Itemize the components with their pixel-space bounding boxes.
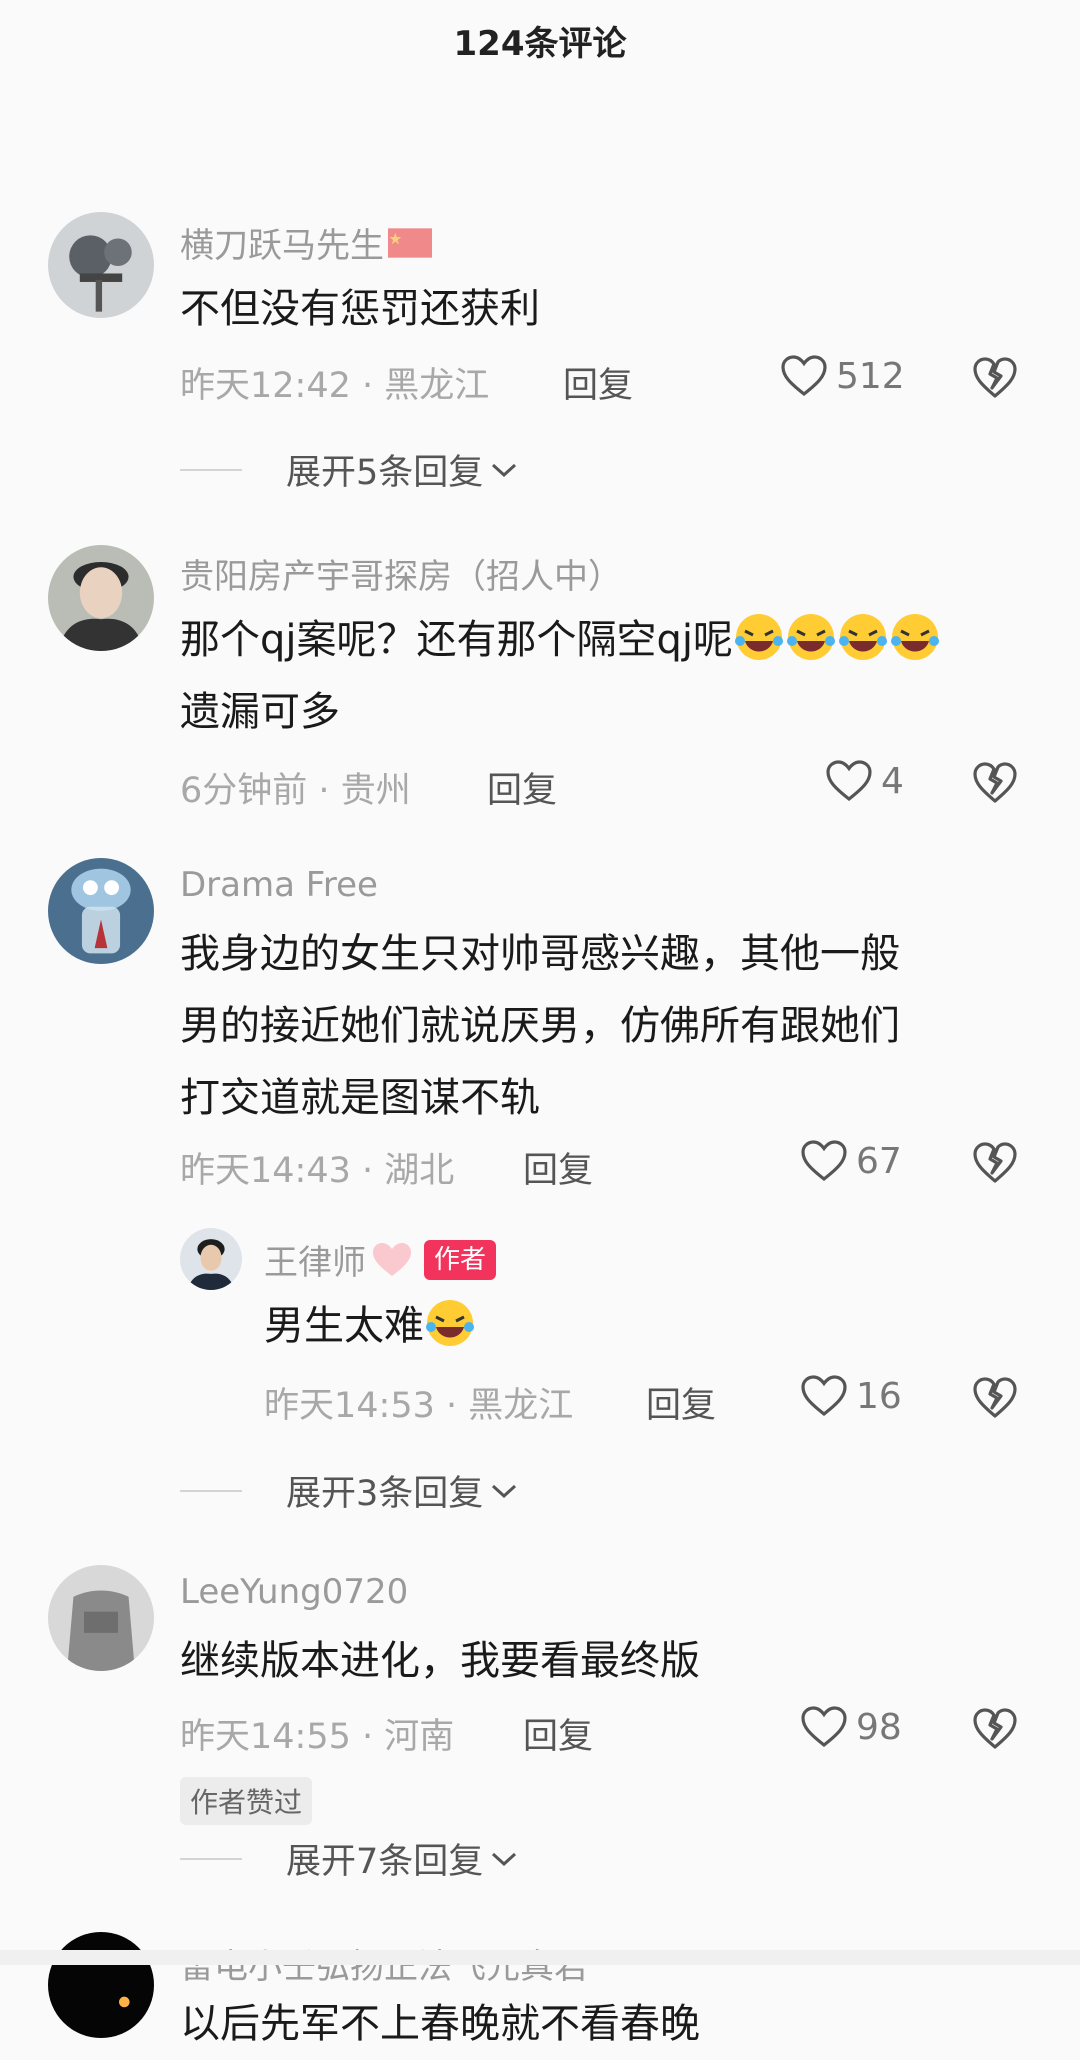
comment-author[interactable]: 贵阳房产宇哥探房（招人中） xyxy=(180,549,622,598)
avatar[interactable] xyxy=(180,1228,242,1290)
laughing-emoji-icon xyxy=(426,1300,474,1346)
heart-outline-icon xyxy=(781,355,827,397)
comment-meta: 6分钟前 · 贵州 xyxy=(180,771,411,811)
pink-heart-icon xyxy=(373,1242,411,1276)
like-count: 67 xyxy=(856,1140,902,1182)
expand-replies-button[interactable]: 展开7条回复 xyxy=(180,1833,519,1884)
like-count: 512 xyxy=(836,355,905,397)
comment-location: 贵州 xyxy=(340,771,411,811)
reply-location: 黑龙江 xyxy=(468,1386,574,1426)
comment-text: 以后先军不上春晚就不看春晚 xyxy=(180,2001,700,2047)
reply-button[interactable]: 回复 xyxy=(523,1708,593,1759)
broken-heart-icon[interactable] xyxy=(972,761,1018,805)
reply-button[interactable]: 回复 xyxy=(563,357,633,408)
reply-meta: 昨天14:53 · 黑龙江 xyxy=(264,1386,574,1426)
bottom-fade xyxy=(0,1950,1080,1965)
comment-author[interactable]: Drama Free xyxy=(180,865,378,905)
comment-location: 河南 xyxy=(384,1717,455,1757)
comment-time: 昨天12:42 xyxy=(180,366,351,406)
comment-text: 我身边的女生只对帅哥感兴趣，其他一般 男的接近她们就说厌男，仿佛所有跟她们 打交… xyxy=(180,931,900,1121)
comment-meta: 昨天12:42 · 黑龙江 xyxy=(180,366,490,406)
comment-meta: 昨天14:43 · 湖北 xyxy=(180,1151,455,1191)
heart-outline-icon xyxy=(801,1140,847,1182)
comment-time: 6分钟前 xyxy=(180,771,308,811)
reply-button[interactable]: 回复 xyxy=(646,1377,716,1428)
reply-button[interactable]: 回复 xyxy=(487,762,557,813)
avatar[interactable] xyxy=(48,1565,154,1671)
chevron-down-icon xyxy=(492,463,517,477)
chevron-down-icon xyxy=(492,1484,517,1498)
laughing-emoji-icon xyxy=(787,614,836,660)
broken-heart-icon[interactable] xyxy=(972,356,1018,400)
avatar[interactable] xyxy=(48,858,154,964)
heart-outline-icon xyxy=(801,1706,847,1748)
like-count: 16 xyxy=(856,1375,902,1417)
chevron-down-icon xyxy=(492,1852,517,1866)
broken-heart-icon[interactable] xyxy=(972,1376,1018,1420)
author-liked-tag: 作者赞过 xyxy=(180,1777,313,1825)
comments-header: 124条评论 xyxy=(0,0,1080,80)
comment-text: 不但没有惩罚还获利 xyxy=(180,286,540,332)
expand-replies-button[interactable]: 展开5条回复 xyxy=(180,444,519,495)
avatar[interactable] xyxy=(48,545,154,651)
comment-meta: 昨天14:55 · 河南 xyxy=(180,1717,455,1757)
broken-heart-icon[interactable] xyxy=(972,1141,1018,1185)
broken-heart-icon[interactable] xyxy=(972,1707,1018,1751)
heart-outline-icon xyxy=(826,760,872,802)
like-button[interactable]: 98 xyxy=(800,1705,902,1749)
comment-location: 黑龙江 xyxy=(384,366,490,406)
laughing-emoji-icon xyxy=(891,614,940,660)
like-count: 98 xyxy=(856,1706,902,1748)
comment-location: 湖北 xyxy=(384,1151,455,1191)
comment-time: 昨天14:55 xyxy=(180,1717,351,1757)
reply-time: 昨天14:53 xyxy=(264,1386,435,1426)
laughing-emoji-icon xyxy=(839,614,888,660)
author-badge: 作者 xyxy=(424,1239,497,1280)
comment-time: 昨天14:43 xyxy=(180,1151,351,1191)
like-button[interactable]: 16 xyxy=(800,1374,902,1418)
comments-count-title: 124条评论 xyxy=(453,23,627,64)
like-count: 4 xyxy=(881,760,904,802)
expand-replies-button[interactable]: 展开3条回复 xyxy=(180,1465,519,1516)
avatar[interactable] xyxy=(48,1932,154,2038)
like-button[interactable]: 4 xyxy=(825,759,904,803)
laughing-emoji-icon xyxy=(735,614,784,660)
like-button[interactable]: 67 xyxy=(800,1139,902,1183)
comment-text: 那个qj案呢？还有那个隔空qj呢 遗漏可多 xyxy=(180,604,941,748)
china-flag-icon xyxy=(388,227,432,258)
reply-button[interactable]: 回复 xyxy=(523,1142,593,1193)
reply-text: 男生太难 xyxy=(264,1290,476,1362)
reply-author[interactable]: 王律师 作者 xyxy=(264,1235,497,1284)
like-button[interactable]: 512 xyxy=(780,354,905,398)
comment-author[interactable]: LeeYung0720 xyxy=(180,1572,408,1612)
avatar[interactable] xyxy=(48,212,154,318)
comment-text: 继续版本进化，我要看最终版 xyxy=(180,1638,700,1684)
comment-author[interactable]: 横刀跃马先生 xyxy=(180,218,432,267)
heart-outline-icon xyxy=(801,1375,847,1417)
